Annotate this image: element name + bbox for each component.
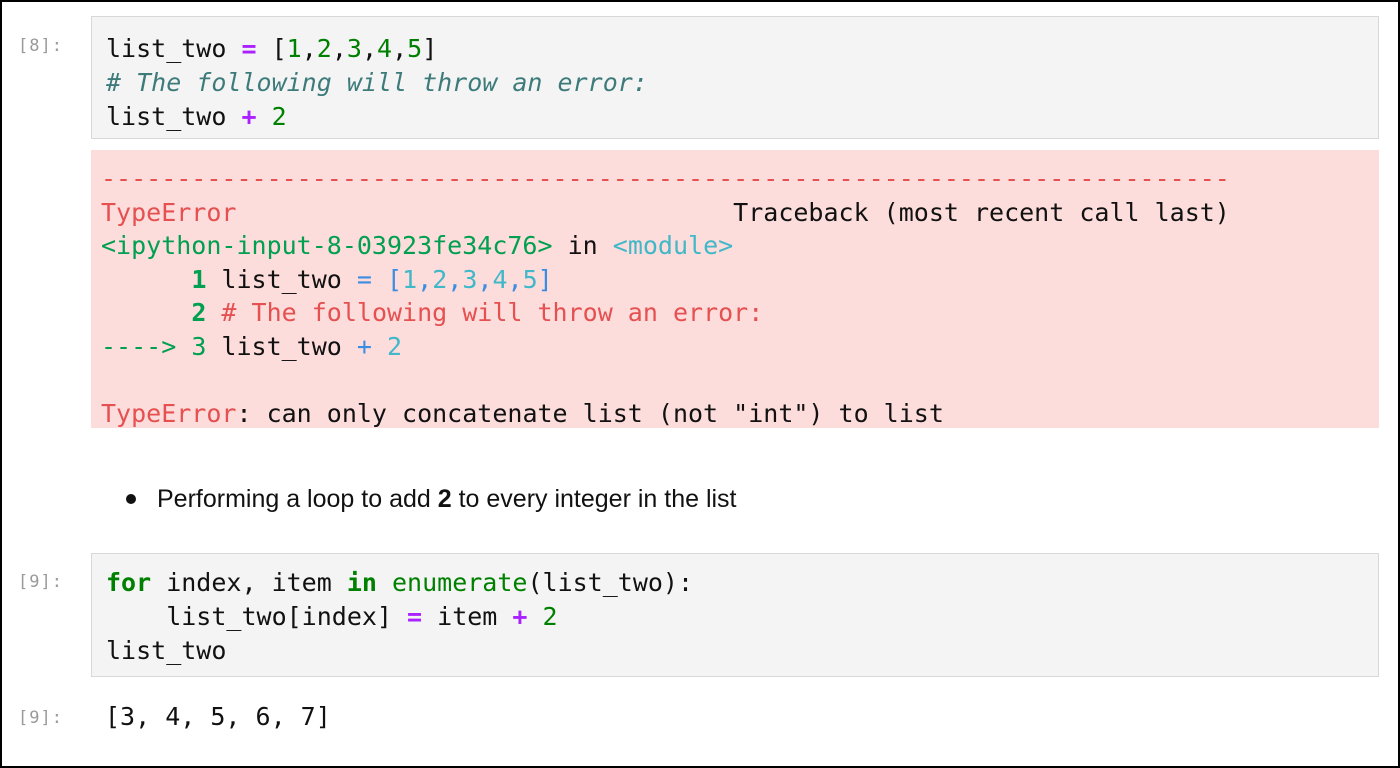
token: , (301, 34, 317, 63)
token: index, item (151, 568, 347, 597)
token: 5 (522, 264, 538, 294)
token: in (346, 568, 377, 597)
token: , (361, 34, 378, 63)
token: 2 (271, 102, 287, 131)
token: 1 (191, 264, 207, 294)
code-line: list_two[index] = item + 2 (106, 600, 558, 634)
token: 1 (286, 34, 302, 63)
token: 1 (402, 264, 418, 294)
bullet-marker (126, 494, 136, 504)
cell-prompt-8: [8]: (18, 36, 63, 56)
token: # The following will throw an error: (206, 298, 764, 327)
notebook-frame: [8]: list_two = [1,2,3,4,5] # The followi… (0, 0, 1400, 768)
token: 5 (407, 34, 423, 63)
token: + (241, 102, 257, 131)
token: 2 (316, 34, 332, 63)
traceback-line: TypeError Traceback (most recent call la… (101, 196, 1230, 229)
traceback-line: <ipython-input-8-03923fe34c76> in <modul… (101, 229, 733, 262)
token: list_two (206, 264, 357, 294)
token: Traceback (most recent call last) (236, 197, 1230, 227)
token: list_two (206, 331, 357, 361)
token: list_two[index] (106, 602, 408, 631)
token: = (241, 34, 257, 63)
token: = (356, 264, 372, 294)
token: 2 (542, 602, 558, 631)
traceback-line: TypeError: can only concatenate list (no… (101, 397, 944, 430)
token: TypeError (101, 197, 237, 227)
token: # The following will throw an error: (106, 68, 648, 97)
error-output: ----------------------------------------… (91, 150, 1379, 428)
token: list_two (106, 34, 242, 63)
cell-prompt-9: [9]: (18, 572, 63, 592)
token: [ (371, 264, 403, 294)
code-line: list_two = [1,2,3,4,5] (106, 32, 437, 66)
markdown-text: Performing a loop to add 2 to every inte… (157, 481, 737, 517)
traceback-line: 2 # The following will throw an error: (101, 296, 763, 329)
token: ] (422, 34, 438, 63)
token: , (477, 264, 493, 294)
token: 3 (176, 331, 207, 361)
output-result: [3, 4, 5, 6, 7] (105, 702, 331, 731)
token: 3 (462, 264, 478, 294)
token: item (422, 602, 513, 631)
token: <ipython-input-8-03923fe34c76> (101, 231, 553, 260)
token: , (417, 264, 433, 294)
token: 4 (492, 264, 508, 294)
output-prompt-9: [9]: (18, 708, 63, 728)
code-cell-9[interactable]: for index, item in enumerate(list_two): … (91, 553, 1379, 677)
token: , (447, 264, 463, 294)
token: [ (256, 34, 287, 63)
token: <module> (612, 231, 734, 260)
token: + (356, 331, 372, 361)
traceback-line: ----> 3 list_two + 2 (101, 330, 402, 363)
token: list_two (106, 102, 242, 131)
traceback-line: ----------------------------------------… (101, 162, 1230, 195)
token: 2 (432, 264, 448, 294)
markdown-text-part: to every integer in the list (451, 485, 737, 513)
token: for (106, 568, 152, 597)
token: + (512, 602, 528, 631)
token: TypeError (101, 398, 237, 428)
traceback-line: 1 list_two = [1,2,3,4,5] (101, 263, 553, 296)
token: ] (537, 264, 553, 294)
code-line: list_two + 2 (106, 100, 287, 134)
token: (list_two): (527, 568, 694, 597)
token: ----------------------------------------… (101, 164, 1230, 193)
token: in (552, 231, 613, 260)
token: 2 (387, 331, 403, 361)
markdown-text-part: Performing a loop to add (157, 485, 438, 513)
token: : can only concatenate list (not "int") … (236, 398, 944, 428)
code-cell-8[interactable]: list_two = [1,2,3,4,5] # The following wi… (91, 16, 1379, 139)
token: 2 (191, 298, 207, 327)
token: , (507, 264, 523, 294)
code-line: # The following will throw an error: (106, 66, 648, 100)
token: 4 (377, 34, 393, 63)
code-line: list_two (106, 634, 226, 668)
token: list_two (106, 636, 227, 665)
token: 3 (346, 34, 362, 63)
code-line: for index, item in enumerate(list_two): (106, 566, 693, 600)
markdown-bold: 2 (437, 485, 452, 513)
token: enumerate (392, 568, 528, 597)
token: ----> (101, 331, 177, 361)
token: , (331, 34, 347, 63)
token: = (407, 602, 423, 631)
token: , (392, 34, 408, 63)
